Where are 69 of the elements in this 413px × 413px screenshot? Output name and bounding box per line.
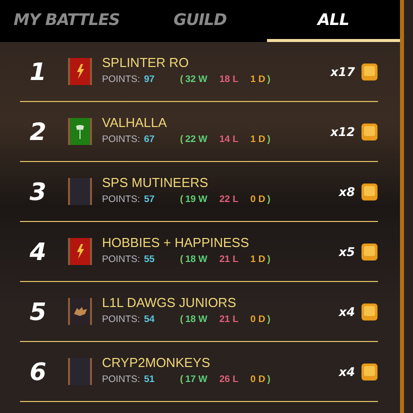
guild-name: L1L DAWGS JUNIORS [102,295,238,312]
points-label: POINTS: [102,133,140,148]
bracket: ( [180,253,184,268]
points-value: 67 [144,133,156,148]
points-label: POINTS: [102,313,140,328]
guild-name: SPS MUTINEERS [102,175,210,192]
reward-count: x8 [338,184,355,200]
points-label: POINTS: [102,193,140,208]
points-value: 57 [144,193,156,208]
reward-chest-icon [361,62,378,80]
reward-chest-icon [361,362,378,380]
wins-count: 19 W [185,193,208,208]
draws-count: 0 D [250,313,266,328]
losses-count: 18 L [219,73,238,88]
bracket: ( [180,193,184,208]
bracket: ) [267,133,270,148]
reward-count: x4 [338,304,355,320]
losses-count: 26 L [219,373,238,388]
bracket: ) [267,73,270,88]
draws-count: 1 D [250,73,266,88]
reward-count: x5 [338,244,355,260]
points-label: POINTS: [102,73,140,88]
rank-number: 6 [28,356,48,388]
reward-chest-icon [361,122,378,140]
rank-number: 3 [28,176,48,208]
wins-count: 22 W [185,133,208,148]
reward-count: x4 [338,364,355,380]
guild-name: VALHALLA [102,115,168,132]
wins-count: 18 W [185,253,208,268]
bracket: ) [267,313,270,328]
bracket: ) [267,193,270,208]
points-value: 51 [144,373,156,388]
tab[interactable]: GUILD [133,0,267,42]
draws-count: 0 D [250,373,266,388]
rank-number: 2 [28,116,48,148]
bracket: ( [180,313,184,328]
losses-count: 21 L [219,313,238,328]
bracket: ) [267,253,270,268]
bracket: ( [180,373,184,388]
guild-name: SPLINTER RO [102,55,190,72]
wins-count: 17 W [185,373,208,388]
rank-number: 4 [28,236,48,268]
wins-count: 18 W [185,313,208,328]
rank-number: 5 [28,296,48,328]
points-value: 97 [144,73,156,88]
points-label: POINTS: [102,253,140,268]
guild-name: HOBBIES + HAPPINESS [102,235,250,252]
points-label: POINTS: [102,373,140,388]
reward-count: x17 [330,64,355,80]
draws-count: 1 D [250,253,266,268]
rank-number: 1 [28,56,48,88]
draws-count: 1 D [250,133,266,148]
wins-count: 32 W [185,73,208,88]
tab[interactable]: ALL [266,0,400,42]
draws-count: 0 D [250,193,266,208]
bracket: ) [267,373,270,388]
reward-count: x12 [330,124,355,140]
losses-count: 22 L [219,193,238,208]
points-value: 54 [144,313,156,328]
bracket: ( [180,73,184,88]
reward-chest-icon [361,242,378,260]
points-value: 55 [144,253,156,268]
losses-count: 21 L [219,253,238,268]
tab[interactable]: MY BATTLES [0,0,134,42]
guild-name: CRYP2MONKEYS [102,355,212,372]
losses-count: 14 L [219,133,238,148]
reward-chest-icon [361,302,378,320]
bracket: ( [180,133,184,148]
reward-chest-icon [361,182,378,200]
